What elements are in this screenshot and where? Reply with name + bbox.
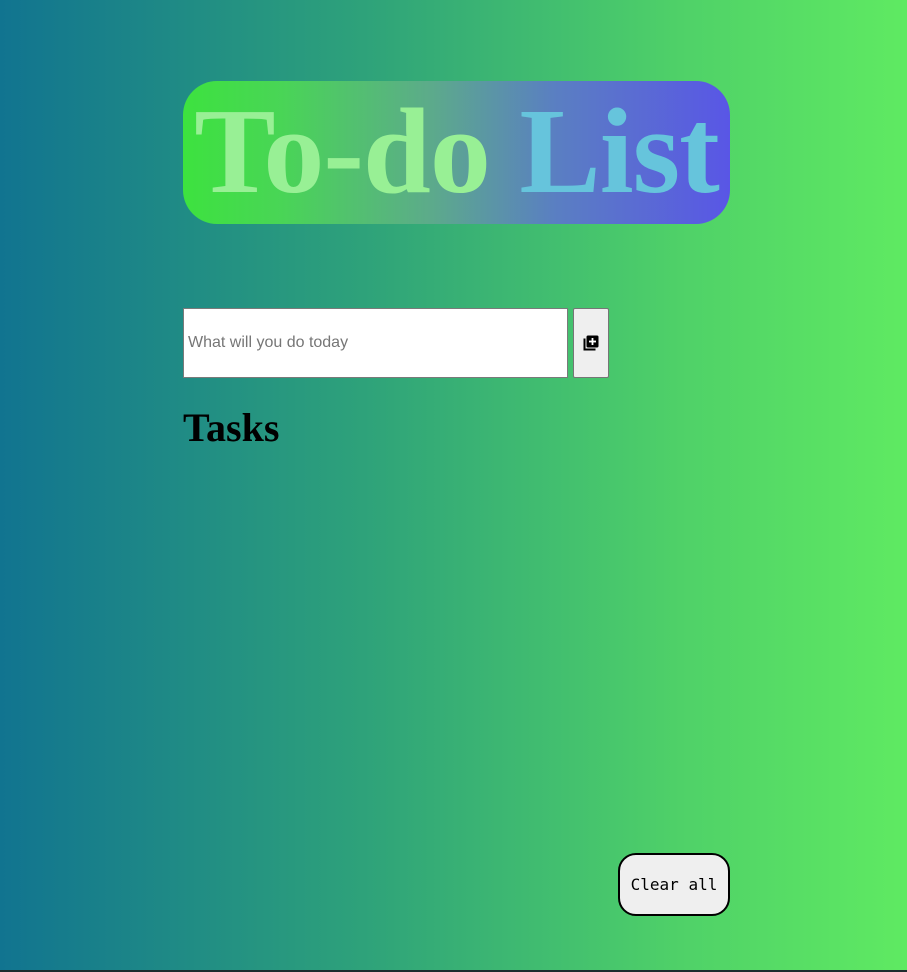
add-task-button[interactable] xyxy=(573,308,609,378)
clear-all-button[interactable]: Clear all xyxy=(618,853,730,916)
library-add-icon xyxy=(583,335,599,351)
page-title: To-do List xyxy=(183,87,730,217)
title-banner: To-do List xyxy=(183,81,730,224)
task-list xyxy=(183,470,730,830)
title-word-list: List xyxy=(519,84,719,219)
title-word-todo: To-do xyxy=(194,84,491,219)
tasks-heading: Tasks xyxy=(183,405,280,450)
task-input[interactable] xyxy=(183,308,568,378)
